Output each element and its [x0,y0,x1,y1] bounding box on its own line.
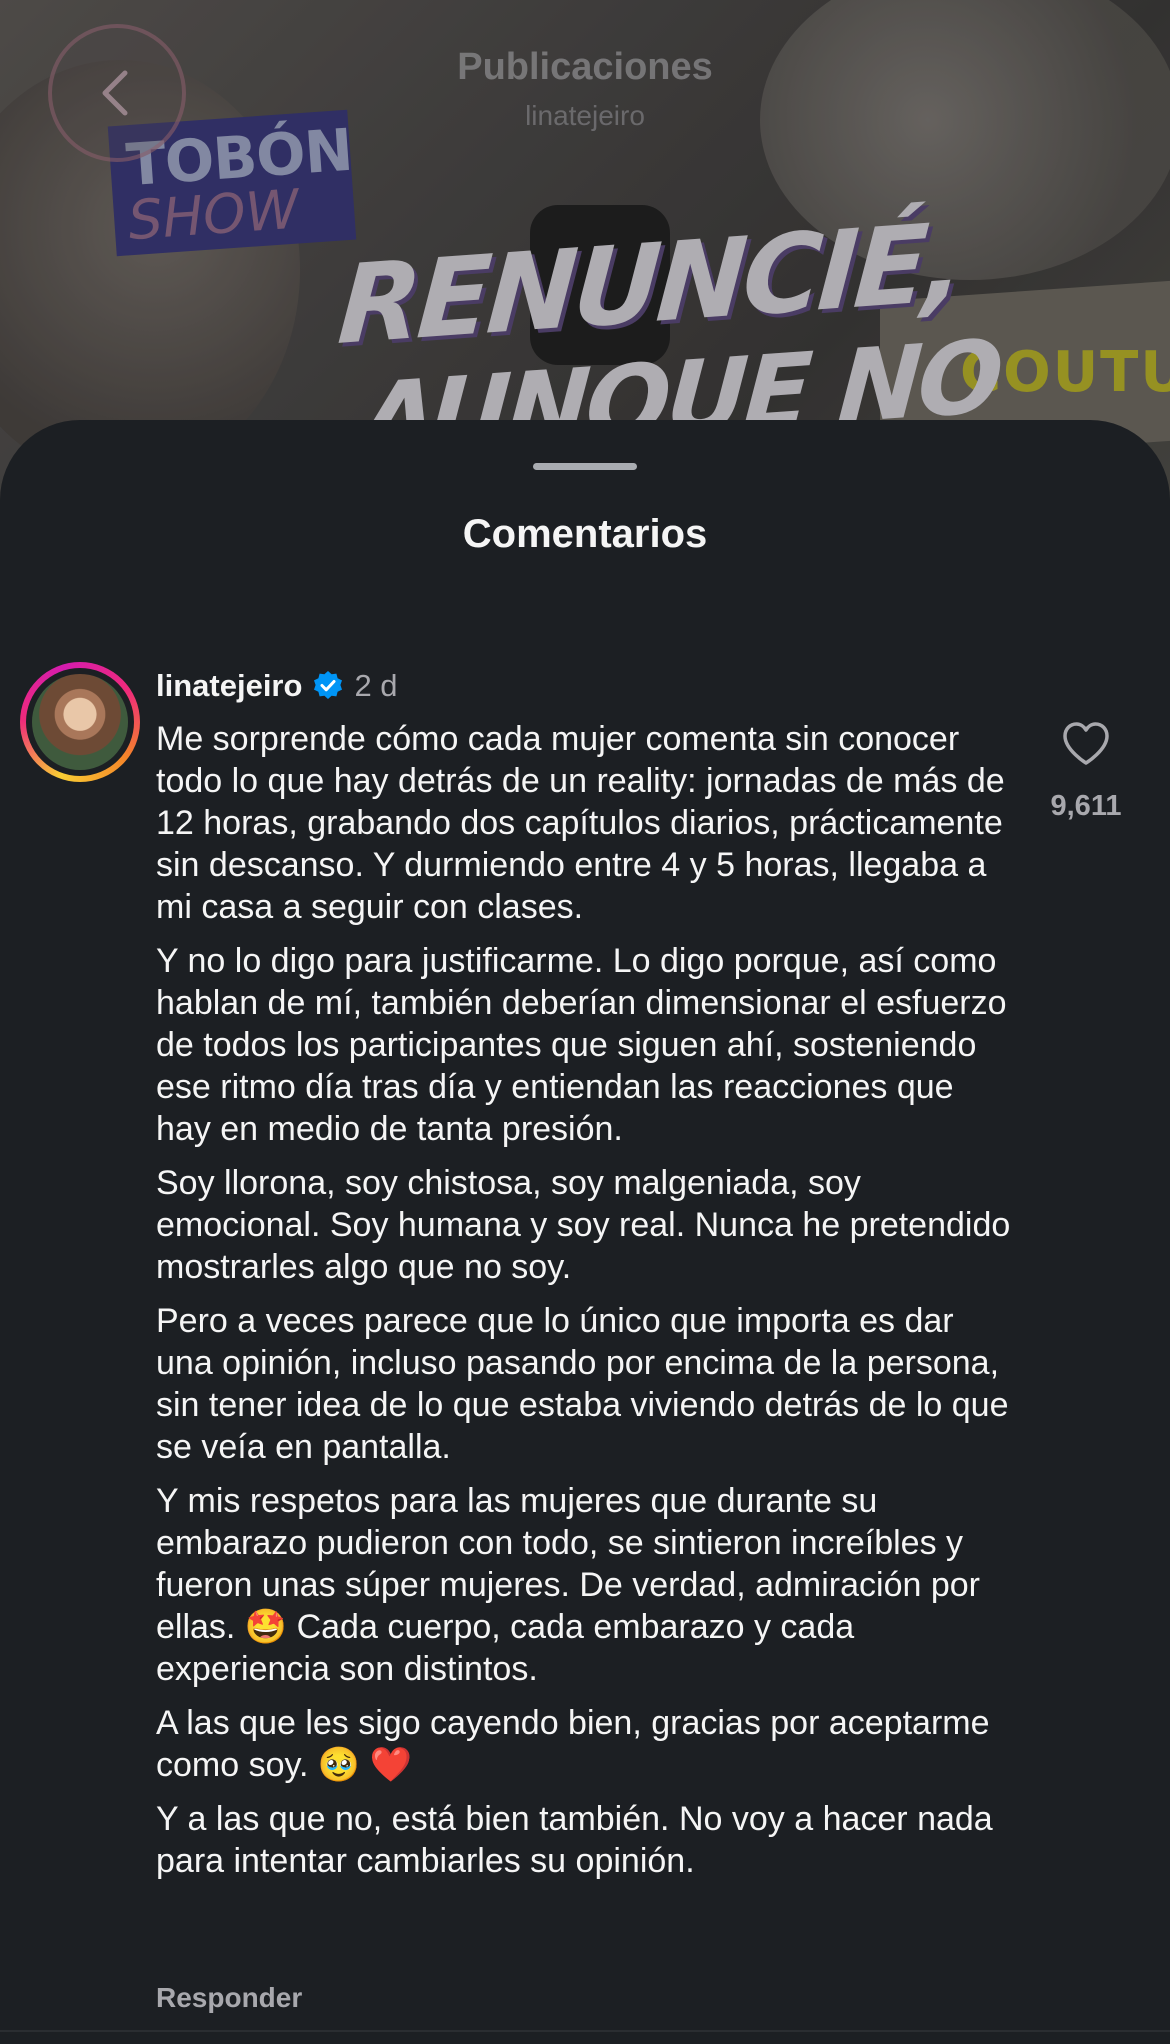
avatar-image [32,674,128,770]
screen: TOBÓN SHOW COUTU RENUNCIÉ, AUNQUE NO Pub… [0,0,1170,2044]
comment-paragraph: A las que les sigo cayendo bien, gracias… [156,1704,990,1784]
reply-button[interactable]: Responder [156,1982,302,2014]
page-subtitle: linatejeiro [525,100,645,131]
like-count: 9,611 [1050,790,1122,822]
page-title: Publicaciones [457,46,713,88]
comment-paragraph: Pero a veces parece que lo único que imp… [156,1302,1009,1466]
avatar[interactable] [20,662,140,782]
comment-header: linatejeiro 2 d [156,668,398,704]
heart-icon[interactable] [1060,718,1112,770]
sheet-title: Comentarios [462,512,708,556]
comment-paragraph: Soy llorona, soy chistosa, soy malgeniad… [156,1164,1011,1286]
comment-text: Me sorprende cómo cada mujer comenta sin… [156,718,1016,1894]
verified-badge-icon [314,671,343,699]
comment-timestamp: 2 d [354,668,398,703]
comment-paragraph: Y a las que no, está bien también. No vo… [156,1800,993,1880]
comment-paragraph: Me sorprende cómo cada mujer comenta sin… [156,720,1005,926]
comment-paragraph: Y mis respetos para las mujeres que dura… [156,1482,980,1688]
back-button[interactable] [48,24,186,162]
comment-paragraph: Y no lo digo para justificarme. Lo digo … [156,942,1007,1148]
sheet-grabber[interactable] [533,463,637,470]
divider [0,2030,1170,2032]
comment-username[interactable]: linatejeiro [156,668,302,704]
